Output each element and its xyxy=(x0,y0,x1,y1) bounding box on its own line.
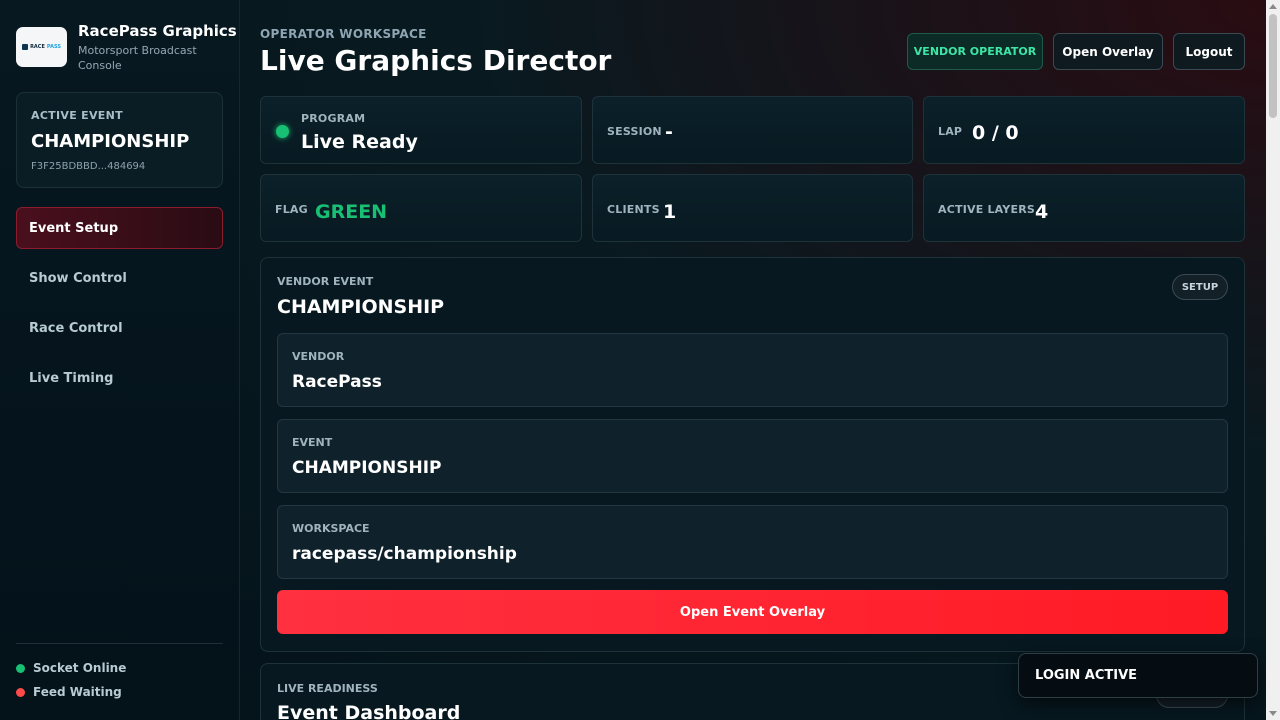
active-layers-card: ACTIVE LAYERS 4 xyxy=(923,174,1245,242)
program-live-dot xyxy=(276,125,289,138)
feed-status-dot xyxy=(16,687,25,697)
vendor-event-label: VENDOR EVENT xyxy=(277,275,374,288)
active-event-name: CHAMPIONSHIP xyxy=(31,131,190,152)
lap-label: LAP xyxy=(938,125,963,138)
brand-logo: RACE PASS xyxy=(16,27,67,67)
vendor-field-label: VENDOR xyxy=(292,350,345,363)
brand-title: RacePass Graphics xyxy=(78,22,237,40)
clients-card: CLIENTS 1 xyxy=(592,174,913,242)
page-title: Live Graphics Director xyxy=(260,44,612,77)
sidebar: RACE PASS RacePass Graphics Motorsport Br… xyxy=(0,0,240,720)
workspace-label: OPERATOR WORKSPACE xyxy=(260,27,427,41)
workspace-field: WORKSPACE racepass/championship xyxy=(277,505,1228,579)
program-label: PROGRAM xyxy=(301,112,366,125)
program-card: PROGRAM Live Ready xyxy=(260,96,582,164)
scroll-down-icon[interactable] xyxy=(1269,711,1277,716)
sidebar-nav: Event Setup Show Control Race Control Li… xyxy=(16,207,223,407)
scroll-up-icon[interactable] xyxy=(1269,4,1277,9)
page-scrollbar[interactable] xyxy=(1266,0,1280,720)
session-value: - xyxy=(665,121,673,143)
login-active-toast: LOGIN ACTIVE xyxy=(1018,653,1258,698)
lap-card: LAP 0 / 0 xyxy=(923,96,1245,164)
logo-mark: RACE PASS xyxy=(22,44,61,50)
logo-flag-icon xyxy=(22,44,29,50)
active-event-id: F3F25BDBBD...484694 xyxy=(31,161,146,172)
logout-button[interactable]: Logout xyxy=(1173,33,1245,70)
event-field-label: EVENT xyxy=(292,436,333,449)
sidebar-item-show-control[interactable]: Show Control xyxy=(16,257,223,299)
open-event-overlay-button[interactable]: Open Event Overlay xyxy=(277,590,1228,634)
open-overlay-button[interactable]: Open Overlay xyxy=(1053,33,1163,70)
vendor-field: VENDOR RacePass xyxy=(277,333,1228,407)
sidebar-item-event-setup[interactable]: Event Setup xyxy=(16,207,223,249)
sidebar-item-race-control[interactable]: Race Control xyxy=(16,307,223,349)
workspace-field-label: WORKSPACE xyxy=(292,522,370,535)
clients-value: 1 xyxy=(663,201,677,223)
lap-value: 0 / 0 xyxy=(972,122,1019,144)
brand-subtitle: Motorsport Broadcast Console xyxy=(78,44,197,72)
session-card: SESSION - xyxy=(592,96,913,164)
socket-status-dot xyxy=(16,663,25,673)
event-field: EVENT CHAMPIONSHIP xyxy=(277,419,1228,493)
active-layers-value: 4 xyxy=(1035,201,1049,223)
logo-text-b: PASS xyxy=(46,44,61,50)
vendor-event-panel: VENDOR EVENT CHAMPIONSHIP SETUP VENDOR R… xyxy=(260,257,1245,652)
scrollbar-thumb[interactable] xyxy=(1269,14,1277,118)
flag-card: FLAG GREEN xyxy=(260,174,582,242)
feed-status-label: Feed Waiting xyxy=(33,685,122,699)
event-field-value: CHAMPIONSHIP xyxy=(292,458,442,478)
clients-label: CLIENTS xyxy=(607,203,660,216)
vendor-field-value: RacePass xyxy=(292,372,382,392)
active-event-label: ACTIVE EVENT xyxy=(31,109,123,122)
active-layers-label: ACTIVE LAYERS xyxy=(938,203,1035,216)
active-event-card: ACTIVE EVENT CHAMPIONSHIP F3F25BDBBD...4… xyxy=(16,92,223,188)
flag-label: FLAG xyxy=(275,203,308,216)
live-readiness-title: Event Dashboard xyxy=(277,702,461,720)
sidebar-item-live-timing[interactable]: Live Timing xyxy=(16,357,223,399)
feed-status: Feed Waiting xyxy=(16,685,122,699)
program-value: Live Ready xyxy=(301,131,418,153)
vendor-operator-badge[interactable]: VENDOR OPERATOR xyxy=(907,33,1043,70)
flag-value: GREEN xyxy=(315,201,388,223)
logo-text-a: RACE xyxy=(30,44,45,50)
socket-status-label: Socket Online xyxy=(33,661,127,675)
session-label: SESSION xyxy=(607,125,662,138)
socket-status: Socket Online xyxy=(16,661,126,675)
live-readiness-label: LIVE READINESS xyxy=(277,682,378,695)
workspace-field-value: racepass/championship xyxy=(292,544,517,564)
setup-pill[interactable]: SETUP xyxy=(1172,274,1228,300)
brand: RACE PASS RacePass Graphics Motorsport Br… xyxy=(16,22,237,72)
sidebar-divider xyxy=(16,643,223,644)
vendor-event-title: CHAMPIONSHIP xyxy=(277,296,445,318)
